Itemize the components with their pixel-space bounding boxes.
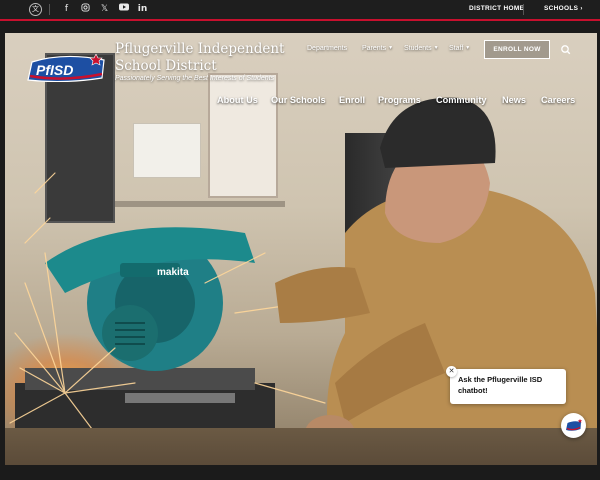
caret-down-icon: ▼ [388, 45, 394, 51]
close-icon[interactable]: ✕ [446, 366, 457, 377]
site-tagline: Passionately Serving the Best Interests … [115, 75, 275, 82]
mainnav-about-us[interactable]: About Us [217, 95, 258, 105]
schools-dropdown[interactable]: SCHOOLS › [544, 5, 583, 12]
divider [49, 4, 50, 15]
youtube-icon[interactable] [117, 3, 130, 16]
logo-text: PfISD [36, 62, 73, 78]
utility-bar: 文 f 𝕏 in DISTRICT HOME SCHOOLS › [0, 0, 600, 19]
workbench [5, 428, 597, 465]
social-links: 文 f 𝕏 in [29, 3, 155, 16]
instagram-icon[interactable] [79, 3, 92, 16]
site-title-line1: Pflugerville Independent [115, 41, 285, 57]
district-home-link[interactable]: DISTRICT HOME [469, 5, 524, 12]
caret-down-icon: ▼ [433, 45, 439, 51]
enroll-now-button[interactable]: ENROLL NOW [484, 40, 550, 59]
student-welder-illustration [275, 97, 597, 465]
chatbot-prompt[interactable]: Ask the Pflugerville ISD chatbot! [450, 369, 566, 404]
search-button[interactable] [557, 41, 575, 59]
mainnav-enroll[interactable]: Enroll [339, 95, 365, 105]
x-icon[interactable]: 𝕏 [98, 3, 111, 16]
site-title[interactable]: Pflugerville Independent School District [115, 41, 290, 75]
nav-students[interactable]: Students ▼ [404, 45, 439, 52]
schools-label: SCHOOLS [544, 5, 579, 12]
chevron-right-icon: › [580, 6, 583, 12]
mainnav-community[interactable]: Community [436, 95, 487, 105]
facebook-icon[interactable]: f [60, 3, 73, 16]
divider [523, 4, 524, 15]
caret-down-icon: ▼ [465, 45, 471, 51]
linkedin-icon[interactable]: in [136, 3, 149, 16]
chatbot-launcher[interactable] [561, 413, 586, 438]
nav-staff[interactable]: Staff ▼ [449, 45, 470, 52]
nav-parents[interactable]: Parents ▼ [362, 45, 393, 52]
chatbot-logo-icon [566, 419, 583, 431]
search-icon [561, 45, 571, 55]
mainnav-careers[interactable]: Careers [541, 95, 575, 105]
pfisd-logo[interactable]: PfISD [24, 53, 108, 83]
nav-students-label: Students [404, 45, 432, 52]
mainnav-news[interactable]: News [502, 95, 526, 105]
nav-staff-label: Staff [449, 45, 464, 52]
nav-departments[interactable]: Departments [307, 45, 347, 52]
translate-icon[interactable]: 文 [29, 3, 42, 16]
nav-parents-label: Parents [362, 45, 387, 52]
mainnav-our-schools[interactable]: Our Schools [271, 95, 326, 105]
accent-stripe [0, 19, 600, 21]
mainnav-programs[interactable]: Programs [378, 95, 421, 105]
